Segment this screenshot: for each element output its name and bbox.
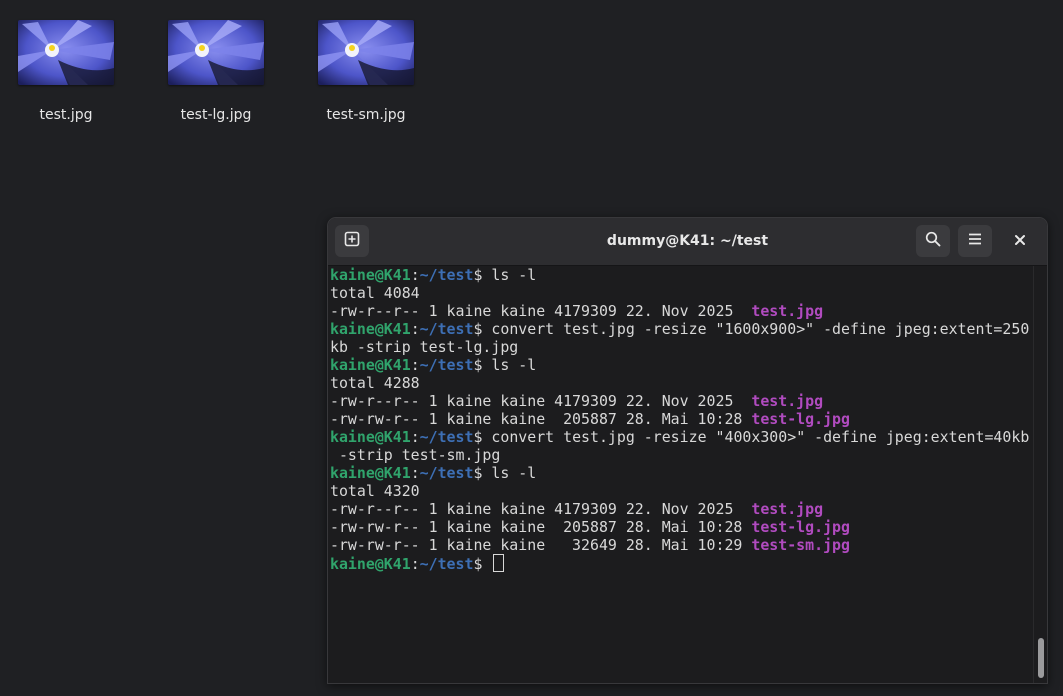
prompt-user: kaine@K41 xyxy=(330,320,411,338)
file-details: -rw-rw-r-- 1 kaine kaine 205887 28. Mai … xyxy=(330,518,752,536)
prompt-separator: : xyxy=(410,428,420,446)
file-label: test-lg.jpg xyxy=(180,107,252,123)
desktop: test.jpg test-lg.jpg test-sm.jpg dummy@K… xyxy=(0,0,1063,696)
terminal-output-line: total 4320 xyxy=(330,482,1030,500)
scrollbar[interactable] xyxy=(1033,266,1047,683)
terminal-window[interactable]: dummy@K41: ~/test kaine@K41:~/test$ ls -… xyxy=(327,217,1048,684)
file-details: -rw-rw-r-- 1 kaine kaine 205887 28. Mai … xyxy=(330,410,752,428)
command-text: convert test.jpg -resize "1600x900>" -de… xyxy=(482,320,1030,338)
file-name: test-lg.jpg xyxy=(751,410,850,428)
file-details: -rw-rw-r-- 1 kaine kaine 32649 28. Mai 1… xyxy=(330,536,752,554)
image-thumbnail[interactable] xyxy=(168,20,264,85)
terminal-prompt-line: kaine@K41:~/test$ convert test.jpg -resi… xyxy=(330,320,1030,338)
image-thumbnail[interactable] xyxy=(18,20,114,85)
terminal-output-line: total 4288 xyxy=(330,374,1030,392)
close-button[interactable] xyxy=(1008,230,1032,254)
terminal-prompt-line: kaine@K41:~/test$ xyxy=(330,554,1030,573)
terminal-file-line: -rw-r--r-- 1 kaine kaine 4179309 22. Nov… xyxy=(330,302,1030,320)
terminal-file-line: -rw-rw-r-- 1 kaine kaine 205887 28. Mai … xyxy=(330,410,1030,428)
output-text: total 4288 xyxy=(330,374,420,392)
hamburger-menu-icon xyxy=(967,231,983,252)
file-label: test-sm.jpg xyxy=(326,107,406,123)
file-details: -rw-r--r-- 1 kaine kaine 4179309 22. Nov… xyxy=(330,500,752,518)
command-text xyxy=(482,555,491,573)
file-name: test.jpg xyxy=(751,500,824,518)
menu-button[interactable] xyxy=(958,225,992,257)
output-text: total 4320 xyxy=(330,482,420,500)
prompt-path: ~/test xyxy=(419,266,474,284)
prompt-separator: : xyxy=(410,464,420,482)
terminal-prompt-line: kaine@K41:~/test$ ls -l xyxy=(330,464,1030,482)
desktop-file-test-sm-jpg[interactable]: test-sm.jpg xyxy=(311,20,421,123)
terminal-prompt-line: kaine@K41:~/test$ convert test.jpg -resi… xyxy=(330,428,1030,446)
search-icon xyxy=(925,231,941,252)
terminal-prompt-line: kaine@K41:~/test$ ls -l xyxy=(330,266,1030,284)
prompt-separator: : xyxy=(410,320,420,338)
file-name: test-sm.jpg xyxy=(751,536,850,554)
file-name: test-lg.jpg xyxy=(751,518,850,536)
image-thumbnail[interactable] xyxy=(318,20,414,85)
command-text: ls -l xyxy=(482,464,537,482)
command-text: ls -l xyxy=(482,356,537,374)
prompt-user: kaine@K41 xyxy=(330,555,411,573)
close-icon xyxy=(1014,233,1026,251)
terminal-file-line: -rw-r--r-- 1 kaine kaine 4179309 22. Nov… xyxy=(330,500,1030,518)
output-text: -strip test-sm.jpg xyxy=(330,446,501,464)
command-text: convert test.jpg -resize "400x300>" -def… xyxy=(482,428,1030,446)
file-details: -rw-r--r-- 1 kaine kaine 4179309 22. Nov… xyxy=(330,392,752,410)
prompt-user: kaine@K41 xyxy=(330,464,411,482)
command-text: ls -l xyxy=(482,266,537,284)
prompt-path: ~/test xyxy=(419,320,474,338)
prompt-user: kaine@K41 xyxy=(330,266,411,284)
output-text: kb -strip test-lg.jpg xyxy=(330,338,519,356)
desktop-file-test-jpg[interactable]: test.jpg xyxy=(11,20,121,123)
file-name: test.jpg xyxy=(751,392,824,410)
terminal-output-line: kb -strip test-lg.jpg xyxy=(330,338,1030,356)
terminal-prompt-line: kaine@K41:~/test$ ls -l xyxy=(330,356,1030,374)
terminal-output[interactable]: kaine@K41:~/test$ ls -l total 4084 -rw-r--… xyxy=(330,266,1030,681)
text-cursor xyxy=(493,554,505,572)
desktop-file-test-lg-jpg[interactable]: test-lg.jpg xyxy=(161,20,271,123)
prompt-separator: : xyxy=(410,555,420,573)
terminal-file-line: -rw-rw-r-- 1 kaine kaine 205887 28. Mai … xyxy=(330,518,1030,536)
output-text: total 4084 xyxy=(330,284,420,302)
file-label: test.jpg xyxy=(39,107,93,123)
terminal-file-line: -rw-rw-r-- 1 kaine kaine 32649 28. Mai 1… xyxy=(330,536,1030,554)
prompt-separator: : xyxy=(410,266,420,284)
prompt-user: kaine@K41 xyxy=(330,356,411,374)
terminal-headerbar[interactable]: dummy@K41: ~/test xyxy=(328,218,1047,266)
prompt-path: ~/test xyxy=(419,555,474,573)
terminal-output-line: -strip test-sm.jpg xyxy=(330,446,1030,464)
search-button[interactable] xyxy=(916,225,950,257)
terminal-output-line: total 4084 xyxy=(330,284,1030,302)
scrollbar-thumb[interactable] xyxy=(1038,638,1044,678)
prompt-user: kaine@K41 xyxy=(330,428,411,446)
prompt-path: ~/test xyxy=(419,428,474,446)
file-name: test.jpg xyxy=(751,302,824,320)
terminal-file-line: -rw-r--r-- 1 kaine kaine 4179309 22. Nov… xyxy=(330,392,1030,410)
file-details: -rw-r--r-- 1 kaine kaine 4179309 22. Nov… xyxy=(330,302,752,320)
prompt-path: ~/test xyxy=(419,464,474,482)
prompt-path: ~/test xyxy=(419,356,474,374)
prompt-separator: : xyxy=(410,356,420,374)
